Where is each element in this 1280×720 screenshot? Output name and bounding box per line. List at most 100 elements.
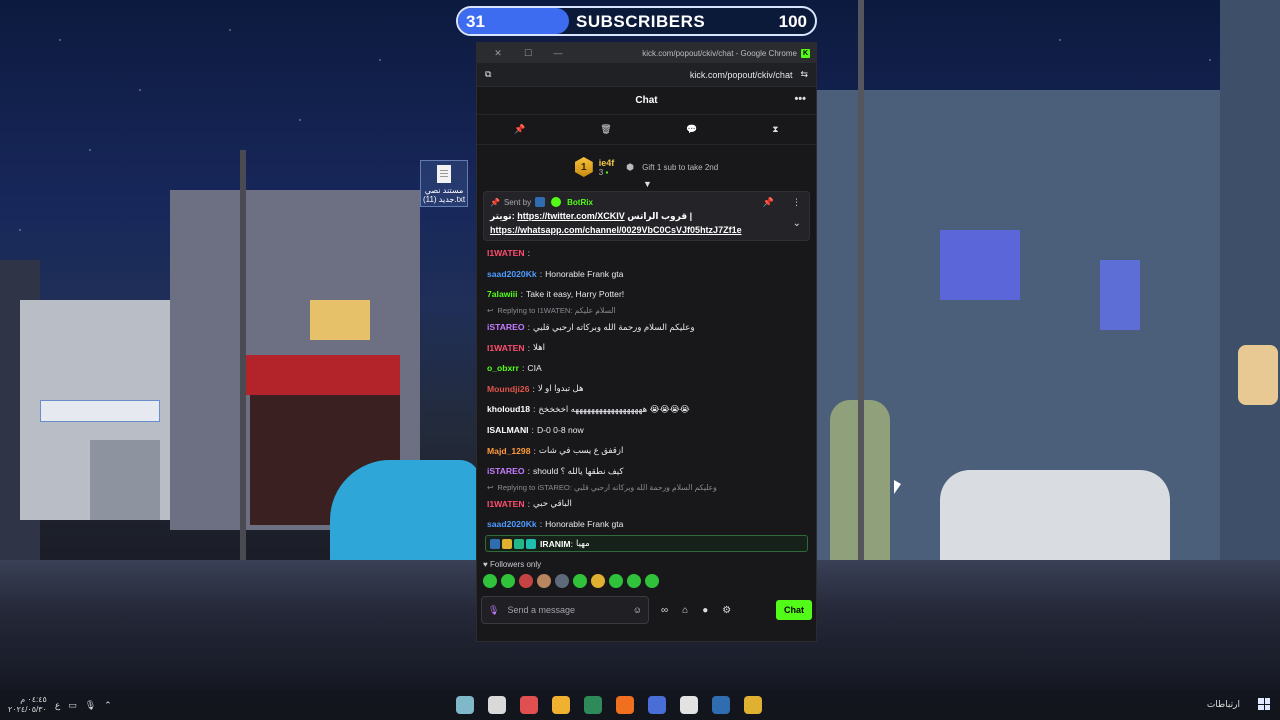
gift-leaderboard: 1 ie4f 3 ▪ ⬢ Gift 1 sub to take 2nd ▼ [477,145,816,189]
microphone-icon[interactable]: 🎙 [488,605,499,616]
pinned-more-icon[interactable]: ⋮ [792,197,801,208]
emote-icon[interactable] [519,574,533,588]
message-input[interactable]: 🎙 Send a message ☺ [481,596,649,624]
microphone-tray-icon[interactable]: 🎙 [85,700,96,711]
network-label[interactable]: ارتباطات [1207,699,1240,710]
expand-chevron-icon[interactable]: ▼ [643,179,652,189]
tune-icon[interactable]: ⇆ [800,69,808,80]
chat-message[interactable]: 7alawiii: Take it easy, Harry Potter! [487,284,806,305]
taskbar-app-icon[interactable] [680,696,698,714]
emote-icon[interactable] [591,574,605,588]
emote-icon[interactable] [645,574,659,588]
chat-username[interactable]: o_obxrr [487,363,519,373]
chat-bubble-icon[interactable]: 💬 [686,124,697,135]
minimize-icon[interactable]: — [543,48,573,58]
chat-username[interactable]: ISALMANI [487,425,529,435]
chat-username[interactable]: I1WATEN [487,343,525,353]
chat-message[interactable]: I1WATEN: اهلا [487,337,806,358]
chat-username[interactable]: Majd_1298 [487,446,530,456]
sub-badge-icon [514,538,524,549]
chat-settings-bubble-icon[interactable]: ● [702,605,708,616]
language-indicator[interactable]: ع [55,700,60,711]
username-colon: : [527,342,530,353]
gift-icon: ▪ [605,167,609,177]
taskbar-app-icon[interactable] [712,696,730,714]
taskbar-app-icon[interactable] [584,696,602,714]
taskbar-app-icon[interactable] [648,696,666,714]
chat-username[interactable]: 7alawiii [487,289,518,299]
chat-username[interactable]: saad2020Kk [487,269,537,279]
address-url[interactable]: kick.com/popout/ckiv/chat [690,70,793,80]
emote-bar [477,573,816,589]
chat-message[interactable]: saad2020Kk: Honorable Frank gta [487,264,806,285]
chat-username[interactable]: I1WATEN [487,248,525,258]
taskbar-app-icon[interactable] [456,696,474,714]
highlight-user[interactable]: IRANIM [540,539,571,549]
desktop-file-icon[interactable]: مستند نصي جديد (11).txt [420,160,468,207]
chat-username[interactable]: saad2020Kk [487,519,537,529]
clock[interactable]: ٠٤:٤٥ م ٢٠٢٤/٠٥/٣٠ [8,695,47,715]
emote-icon[interactable] [627,574,641,588]
emote-icon[interactable] [573,574,587,588]
chat-message[interactable]: iSTAREO: should كيف نطقها يالله ؟ [487,461,806,482]
chat-message[interactable]: Majd_1298: ازقفق ع يسب في شات [487,440,806,461]
taskbar-app-icon[interactable] [744,696,762,714]
trash-icon[interactable]: 🗑 [600,124,611,135]
reply-context[interactable]: ↩ Replying to iSTAREO: وعليكم السلام ورحم… [487,482,806,494]
pin-icon[interactable]: 📌 [514,124,525,135]
chat-message[interactable]: iSTAREO: وعليكم السلام ورحمة الله وبركاته… [487,317,806,338]
more-options-icon[interactable]: ••• [794,93,806,105]
chat-message[interactable]: saad2020Kk: Honorable Frank gta [487,514,806,533]
chat-header: Chat ••• [477,87,816,115]
hourglass-icon[interactable]: ⧗ [772,124,778,135]
reply-text: Replying to I1WATEN: السلام عليكم [497,306,616,316]
username-colon: : [527,466,530,477]
chat-message[interactable]: o_obxrr: CIA [487,358,806,379]
taskbar-app-icon[interactable] [488,696,506,714]
gift-sub-prompt[interactable]: Gift 1 sub to take 2nd [642,163,718,172]
emote-icon[interactable] [501,574,515,588]
twitter-link[interactable]: https://twitter.com/XCKIV [517,211,625,221]
network-icon[interactable]: ▭ [68,700,77,711]
chat-username[interactable]: Moundji26 [487,384,530,394]
chat-message[interactable]: I1WATEN: [487,243,806,264]
leader-name[interactable]: ie4f [599,158,615,168]
pinned-bot-name[interactable]: BotRix [567,198,593,207]
chat-message[interactable]: kholoud18: ههههههههههههههههههه اخخخخخ 😭😭😭… [487,399,806,420]
chat-message[interactable]: ISALMANI: D-0 0-8 now [487,420,806,441]
unpin-icon[interactable]: 📌 [763,197,774,208]
site-info-icon[interactable]: ⧉ [485,69,491,80]
chat-username[interactable]: kholoud18 [487,404,530,414]
taskbar-app-icon[interactable] [616,696,634,714]
taskbar-app-icon[interactable] [520,696,538,714]
emote-icon[interactable] [609,574,623,588]
gear-icon[interactable]: ⚙ [722,605,731,616]
whatsapp-link[interactable]: https://whatsapp.com/channel/0029VbC0CsV… [490,225,742,235]
pinned-expand-icon[interactable]: ⌄ [793,218,801,229]
chat-message[interactable]: I1WATEN: الباقي حبي [487,494,806,515]
emoji-icon[interactable]: ☺ [633,605,642,615]
store-icon[interactable]: ⌂ [682,605,688,616]
garage-door [90,440,160,520]
emote-icon[interactable] [483,574,497,588]
chat-username[interactable]: iSTAREO [487,322,525,332]
taskbar-app-icon[interactable] [552,696,570,714]
windows-start-icon[interactable] [1258,698,1270,710]
chat-username[interactable]: I1WATEN [487,499,525,509]
chat-text: Honorable Frank gta [545,519,624,530]
username-colon: : [539,519,543,530]
chat-message[interactable]: Moundji26: هل تبدوا او لا [487,379,806,400]
infinity-icon[interactable]: ∞ [661,605,668,616]
username-colon: : [527,322,530,333]
send-chat-button[interactable]: Chat [776,600,812,620]
emote-icon[interactable] [537,574,551,588]
highlighted-message[interactable]: IRANIM: مهيا [485,535,808,552]
chat-username[interactable]: iSTAREO [487,466,525,476]
chevron-up-icon[interactable]: ⌃ [104,700,112,711]
reply-context[interactable]: ↩ Replying to I1WATEN: السلام عليكم [487,305,806,317]
emote-icon[interactable] [555,574,569,588]
taskbar-right: ارتباطات [1207,698,1270,710]
close-icon[interactable]: ✕ [483,48,513,59]
maximize-icon[interactable]: ☐ [513,48,543,59]
address-bar[interactable]: ⧉ kick.com/popout/ckiv/chat ⇆ [477,63,816,87]
